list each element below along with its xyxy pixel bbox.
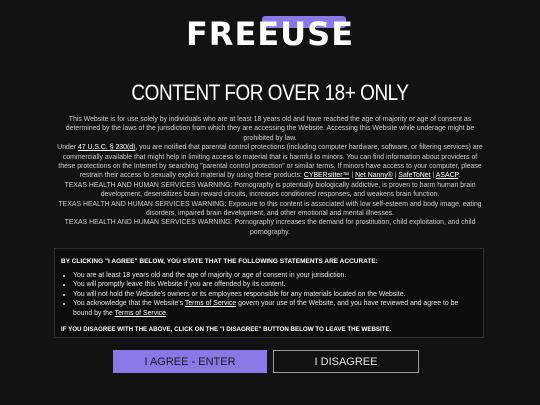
- agree-enter-button[interactable]: I AGREE - ENTER: [113, 350, 267, 373]
- health-warning-2: TEXAS HEALTH AND HUMAN SERVICES WARNING:…: [58, 200, 482, 218]
- health-warning-3: TEXAS HEALTH AND HUMAN SERVICES WARNING:…: [64, 219, 476, 236]
- safetonet-link[interactable]: SafeToNet: [398, 172, 430, 179]
- under-text: Under: [57, 144, 76, 152]
- legal-disclaimer: This Website is for use solely by indivi…: [56, 115, 484, 237]
- logo-text: FREEUSE: [185, 15, 355, 53]
- agreement-box[interactable]: BY CLICKING "I AGREE" BELOW, YOU STATE T…: [54, 248, 484, 338]
- period: .: [165, 309, 168, 317]
- asacp-link[interactable]: ASACP: [436, 172, 458, 179]
- terms-of-service-link[interactable]: Terms of Service: [185, 300, 236, 307]
- agreement-item-text: You acknowledge that the Website's: [73, 300, 184, 308]
- agreement-item: You are at least 18 years old and the ag…: [73, 271, 477, 280]
- cybersitter-link[interactable]: CYBERsitter™: [304, 172, 350, 179]
- disagree-instructions: IF YOU DISAGREE WITH THE ABOVE, CLICK ON…: [61, 326, 392, 334]
- site-logo: FREEUSE: [0, 14, 540, 54]
- period: .: [458, 172, 461, 180]
- parental-control-notice: Under 47 U.S.C. § 230(d), you are notifi…: [56, 143, 484, 181]
- disagree-button[interactable]: I DISAGREE: [273, 350, 419, 373]
- health-warning-1: TEXAS HEALTH AND HUMAN SERVICES WARNING:…: [64, 181, 476, 199]
- netnanny-link[interactable]: Net Nanny®: [355, 172, 393, 179]
- agreement-item: You will not hold the Website's owners o…: [73, 290, 477, 299]
- terms-of-service-link[interactable]: Terms of Service: [115, 310, 166, 317]
- agreement-list: You are at least 18 years old and the ag…: [61, 271, 477, 318]
- usc-230-link[interactable]: 47 U.S.C. § 230(d): [78, 144, 135, 151]
- agreement-item: You acknowledge that the Website's Terms…: [73, 299, 477, 318]
- page-title: CONTENT FOR OVER 18+ ONLY: [131, 80, 409, 105]
- age-notice: This Website is for use solely by indivi…: [65, 116, 475, 142]
- agreement-heading: BY CLICKING "I AGREE" BELOW, YOU STATE T…: [61, 258, 378, 265]
- agreement-item: You will promptly leave this Website if …: [73, 280, 477, 289]
